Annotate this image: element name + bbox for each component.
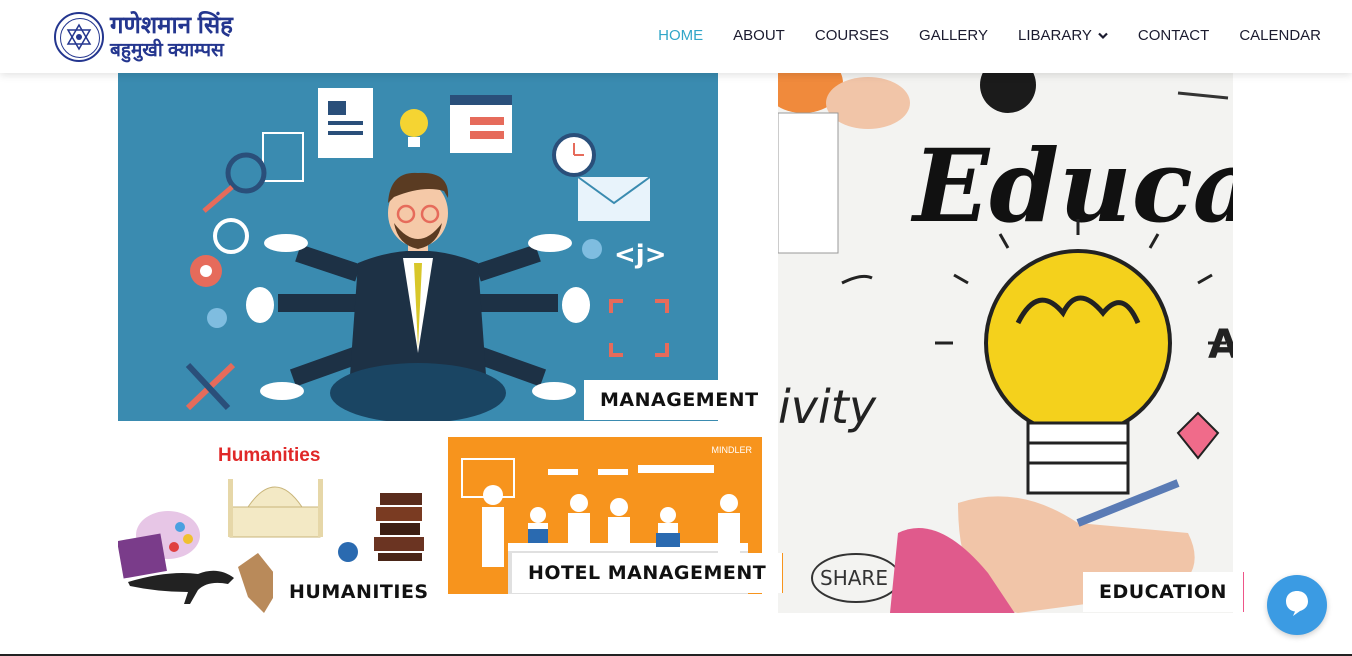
svg-text:<j>: <j> <box>614 240 666 270</box>
brand-name-line1: गणेशमान सिंह <box>110 12 233 39</box>
management-illustration: <j> <box>185 88 669 421</box>
education-course-card[interactable]: Education ivity SHARE A <box>778 73 1233 613</box>
brand-name-line2: बहुमुखी क्याम्पस <box>110 40 224 61</box>
humanities-image-title: Humanities <box>218 445 321 466</box>
svg-text:A: A <box>1208 322 1233 368</box>
nav-courses[interactable]: COURSES <box>815 27 889 44</box>
svg-text:SHARE: SHARE <box>820 566 888 590</box>
main-nav: HOME ABOUT COURSES GALLERY LIBARARY CONT… <box>628 0 1321 70</box>
management-label[interactable]: MANAGEMENT <box>584 380 775 420</box>
management-course-card[interactable]: <j> <box>118 73 718 421</box>
education-word: Education <box>910 127 1233 245</box>
nav-gallery[interactable]: GALLERY <box>919 27 988 44</box>
campus-seal-icon <box>54 12 104 62</box>
education-label[interactable]: EDUCATION <box>1083 572 1244 612</box>
svg-text:ivity: ivity <box>778 380 877 434</box>
nav-contact[interactable]: CONTACT <box>1138 27 1209 44</box>
nav-library[interactable]: LIBARARY <box>1018 27 1108 44</box>
site-header: गणेशमान सिंह बहुमुखी क्याम्पस HOME ABOUT… <box>0 0 1352 73</box>
chat-bubble-icon <box>1284 589 1310 622</box>
hotel-management-label[interactable]: HOTEL MANAGEMENT <box>512 553 784 593</box>
site-logo[interactable]: गणेशमान सिंह बहुमुखी क्याम्पस <box>54 12 233 62</box>
chevron-down-icon <box>1098 27 1108 44</box>
education-illustration: Education ivity SHARE A <box>778 73 1233 613</box>
nav-calendar[interactable]: CALENDAR <box>1239 27 1321 44</box>
humanities-label[interactable]: HUMANITIES <box>273 572 445 612</box>
nav-about[interactable]: ABOUT <box>733 27 785 44</box>
mindler-brand: MINDLER <box>711 445 752 455</box>
nav-home[interactable]: HOME <box>658 27 703 44</box>
chat-widget-button[interactable] <box>1267 575 1327 635</box>
nav-library-label: LIBARARY <box>1017 26 1092 44</box>
